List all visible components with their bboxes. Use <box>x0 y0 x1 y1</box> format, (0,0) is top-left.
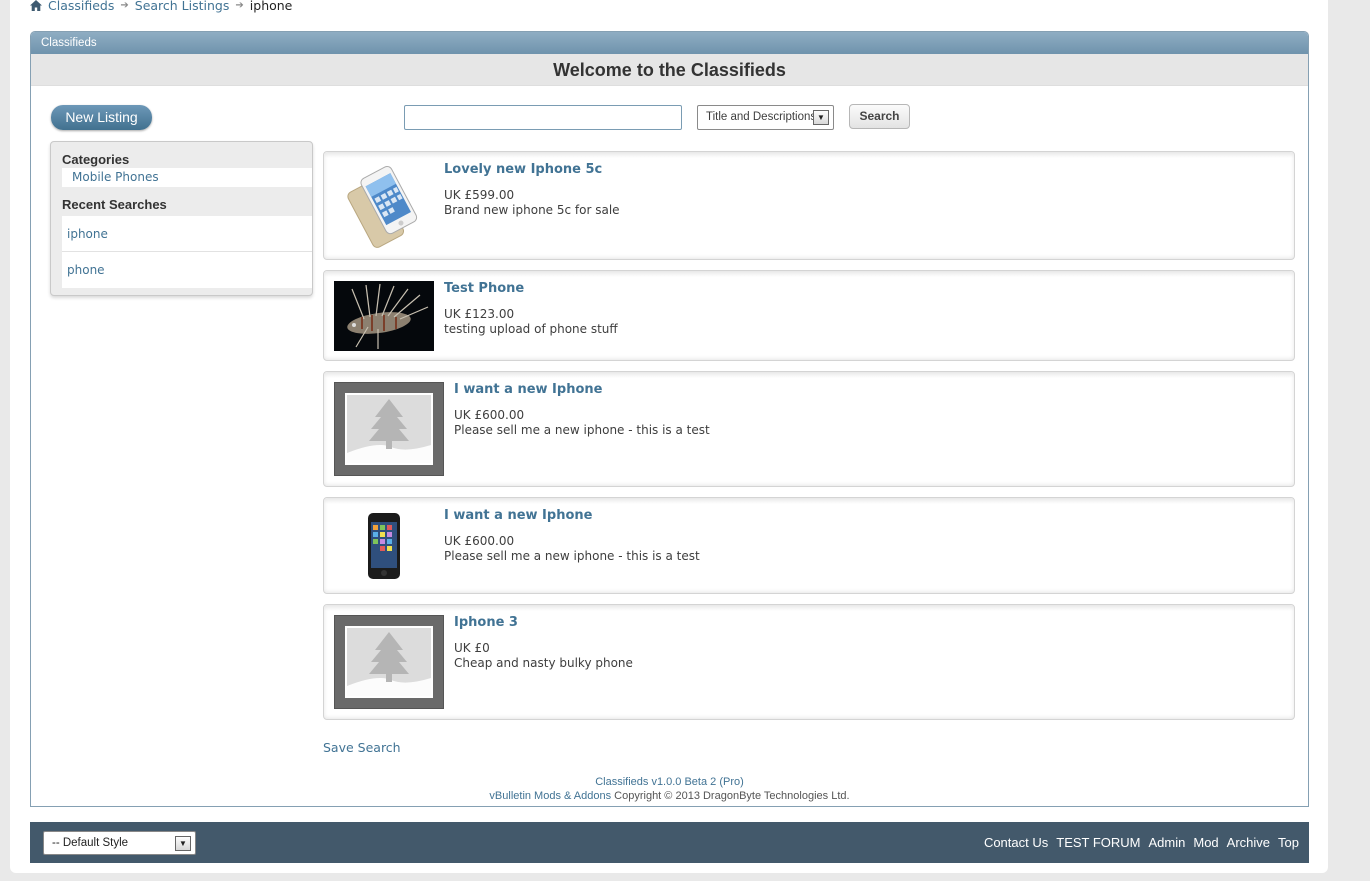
page-title: Welcome to the Classifieds <box>31 54 1308 86</box>
style-select-value: -- Default Style <box>52 837 129 849</box>
test-forum-link[interactable]: TEST FORUM <box>1056 835 1140 850</box>
copyright-text: Copyright © 2013 DragonByte Technologies… <box>611 790 850 802</box>
search-scope-select[interactable]: Title and Descriptions ▼ <box>697 105 834 130</box>
mod-link[interactable]: Mod <box>1193 835 1218 850</box>
black-iphone-photo[interactable] <box>334 508 434 584</box>
listing-title[interactable]: Lovely new Iphone 5c <box>444 162 602 177</box>
recent-search-item[interactable]: iphone <box>62 216 312 252</box>
placeholder-image[interactable] <box>334 615 444 709</box>
chevron-down-icon[interactable]: ▼ <box>175 836 191 851</box>
breadcrumb: Classifieds ➔ Search Listings ➔ iphone <box>30 0 292 13</box>
breadcrumb-separator-icon: ➔ <box>235 0 244 11</box>
search-scope-value: Title and Descriptions <box>706 111 817 123</box>
listing-title[interactable]: I want a new Iphone <box>454 382 602 397</box>
block-header: Classifieds <box>31 32 1308 54</box>
contact-us-link[interactable]: Contact Us <box>984 835 1048 850</box>
listing-item[interactable]: I want a new Iphone UK £600.00 Please se… <box>323 497 1295 594</box>
save-search-link[interactable]: Save Search <box>323 740 401 755</box>
listing-description: Cheap and nasty bulky phone <box>454 656 633 670</box>
chevron-down-icon[interactable]: ▼ <box>813 110 829 125</box>
listing-title[interactable]: Test Phone <box>444 281 524 296</box>
admin-link[interactable]: Admin <box>1149 835 1186 850</box>
listing-price: UK £123.00 <box>444 307 515 321</box>
listing-title[interactable]: Iphone 3 <box>454 615 518 630</box>
vbulletin-mods-link[interactable]: vBulletin Mods & Addons <box>489 790 611 802</box>
breadcrumb-separator-icon: ➔ <box>120 0 129 11</box>
breadcrumb-current: iphone <box>249 0 293 13</box>
search-button[interactable]: Search <box>849 104 910 129</box>
breadcrumb-search-listings[interactable]: Search Listings <box>135 0 230 13</box>
listing-item[interactable]: Test Phone UK £123.00 testing upload of … <box>323 270 1295 361</box>
search-input[interactable] <box>404 105 682 130</box>
listing-item[interactable]: Iphone 3 UK £0 Cheap and nasty bulky pho… <box>323 604 1295 720</box>
recent-search-item[interactable]: phone <box>62 252 312 288</box>
recent-searches-heading: Recent Searches <box>62 197 167 212</box>
listing-description: Brand new iphone 5c for sale <box>444 203 620 217</box>
listing-price: UK £600.00 <box>454 408 525 422</box>
page: Classifieds ➔ Search Listings ➔ iphone C… <box>10 0 1328 873</box>
footer-links: Contact Us TEST FORUM Admin Mod Archive … <box>984 822 1299 863</box>
listing-description: Please sell me a new iphone - this is a … <box>444 549 700 563</box>
listing-item[interactable]: Lovely new Iphone 5c UK £599.00 Brand ne… <box>323 151 1295 260</box>
lionfish-photo[interactable] <box>334 281 434 351</box>
listing-item[interactable]: I want a new Iphone UK £600.00 Please se… <box>323 371 1295 487</box>
product-version-link[interactable]: Classifieds v1.0.0 Beta 2 (Pro) <box>31 775 1308 789</box>
listing-title[interactable]: I want a new Iphone <box>444 508 592 523</box>
listing-price: UK £600.00 <box>444 534 515 548</box>
footer: -- Default Style ▼ Contact Us TEST FORUM… <box>30 822 1309 863</box>
home-icon[interactable] <box>30 0 42 11</box>
placeholder-image[interactable] <box>334 382 444 476</box>
listing-price: UK £599.00 <box>444 188 515 202</box>
category-item[interactable]: Mobile Phones <box>62 168 312 187</box>
classifieds-block: Classifieds Welcome to the Classifieds N… <box>30 31 1309 807</box>
archive-link[interactable]: Archive <box>1227 835 1270 850</box>
copyright: Classifieds v1.0.0 Beta 2 (Pro) vBulleti… <box>31 775 1308 803</box>
sidebar: Categories Mobile Phones Recent Searches… <box>50 141 313 296</box>
new-listing-button[interactable]: New Listing <box>51 105 152 130</box>
top-link[interactable]: Top <box>1278 835 1299 850</box>
breadcrumb-classifieds[interactable]: Classifieds <box>48 0 114 13</box>
iphone-5c-photo[interactable] <box>334 162 434 250</box>
listing-price: UK £0 <box>454 641 490 655</box>
listing-description: Please sell me a new iphone - this is a … <box>454 423 710 437</box>
style-select[interactable]: -- Default Style ▼ <box>43 831 196 855</box>
categories-heading: Categories <box>62 152 130 167</box>
listing-description: testing upload of phone stuff <box>444 322 618 336</box>
